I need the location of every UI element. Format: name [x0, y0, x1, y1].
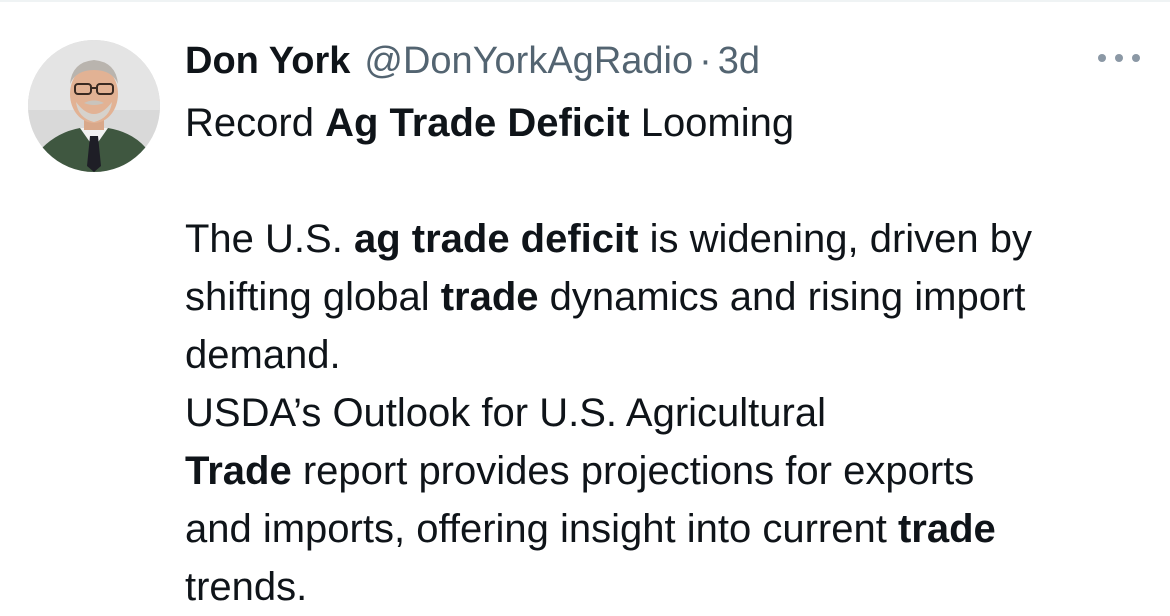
more-horizontal-icon-dot	[1115, 54, 1123, 62]
paragraph-text: report provides projections for exports	[291, 449, 975, 493]
more-options-button[interactable]	[1098, 48, 1140, 68]
tweet-paragraph-2: USDA’s Outlook for U.S. Agricultural Trad…	[185, 384, 1160, 616]
paragraph-text: shifting global	[185, 275, 441, 319]
paragraph-bold-text: Trade	[185, 449, 292, 493]
paragraph-text: is widening, driven by	[638, 217, 1033, 261]
author-handle[interactable]: @DonYorkAgRadio	[364, 36, 693, 86]
tweet-paragraph-1: The U.S. ag trade deficit is widening, d…	[185, 210, 1160, 384]
paragraph-bold-text: ag trade deficit	[353, 217, 639, 261]
paragraph-text: dynamics and rising import	[538, 275, 1026, 319]
paragraph-bold-text: trade	[897, 507, 996, 551]
paragraph-text: The U.S.	[185, 217, 354, 261]
avatar-photo	[28, 40, 160, 172]
paragraph-text: demand.	[185, 333, 341, 377]
headline-bold-text: Ag Trade Deficit	[325, 101, 630, 145]
tweet-text: Record Ag Trade Deficit Looming The U.S.…	[185, 94, 1160, 616]
tweet-header: Don York @DonYorkAgRadio · 3d	[185, 36, 760, 86]
tweet-headline: Record Ag Trade Deficit Looming	[185, 94, 1160, 152]
tweet-timestamp[interactable]: 3d	[718, 36, 760, 86]
header-separator: ·	[699, 40, 712, 82]
more-horizontal-icon	[1098, 54, 1106, 62]
paragraph-text: USDA’s Outlook for U.S. Agricultural	[185, 391, 826, 435]
headline-text: Looming	[629, 101, 795, 145]
paragraph-text: and imports, offering insight into curre…	[185, 507, 898, 551]
paragraph-bold-text: trade	[440, 275, 539, 319]
more-horizontal-icon-dot	[1132, 54, 1140, 62]
headline-text: Record	[185, 101, 326, 145]
author-display-name[interactable]: Don York	[185, 36, 350, 86]
paragraph-text: trends.	[185, 565, 308, 609]
tweet[interactable]: Don York @DonYorkAgRadio · 3d Record Ag …	[0, 0, 1170, 613]
avatar[interactable]	[28, 40, 160, 172]
